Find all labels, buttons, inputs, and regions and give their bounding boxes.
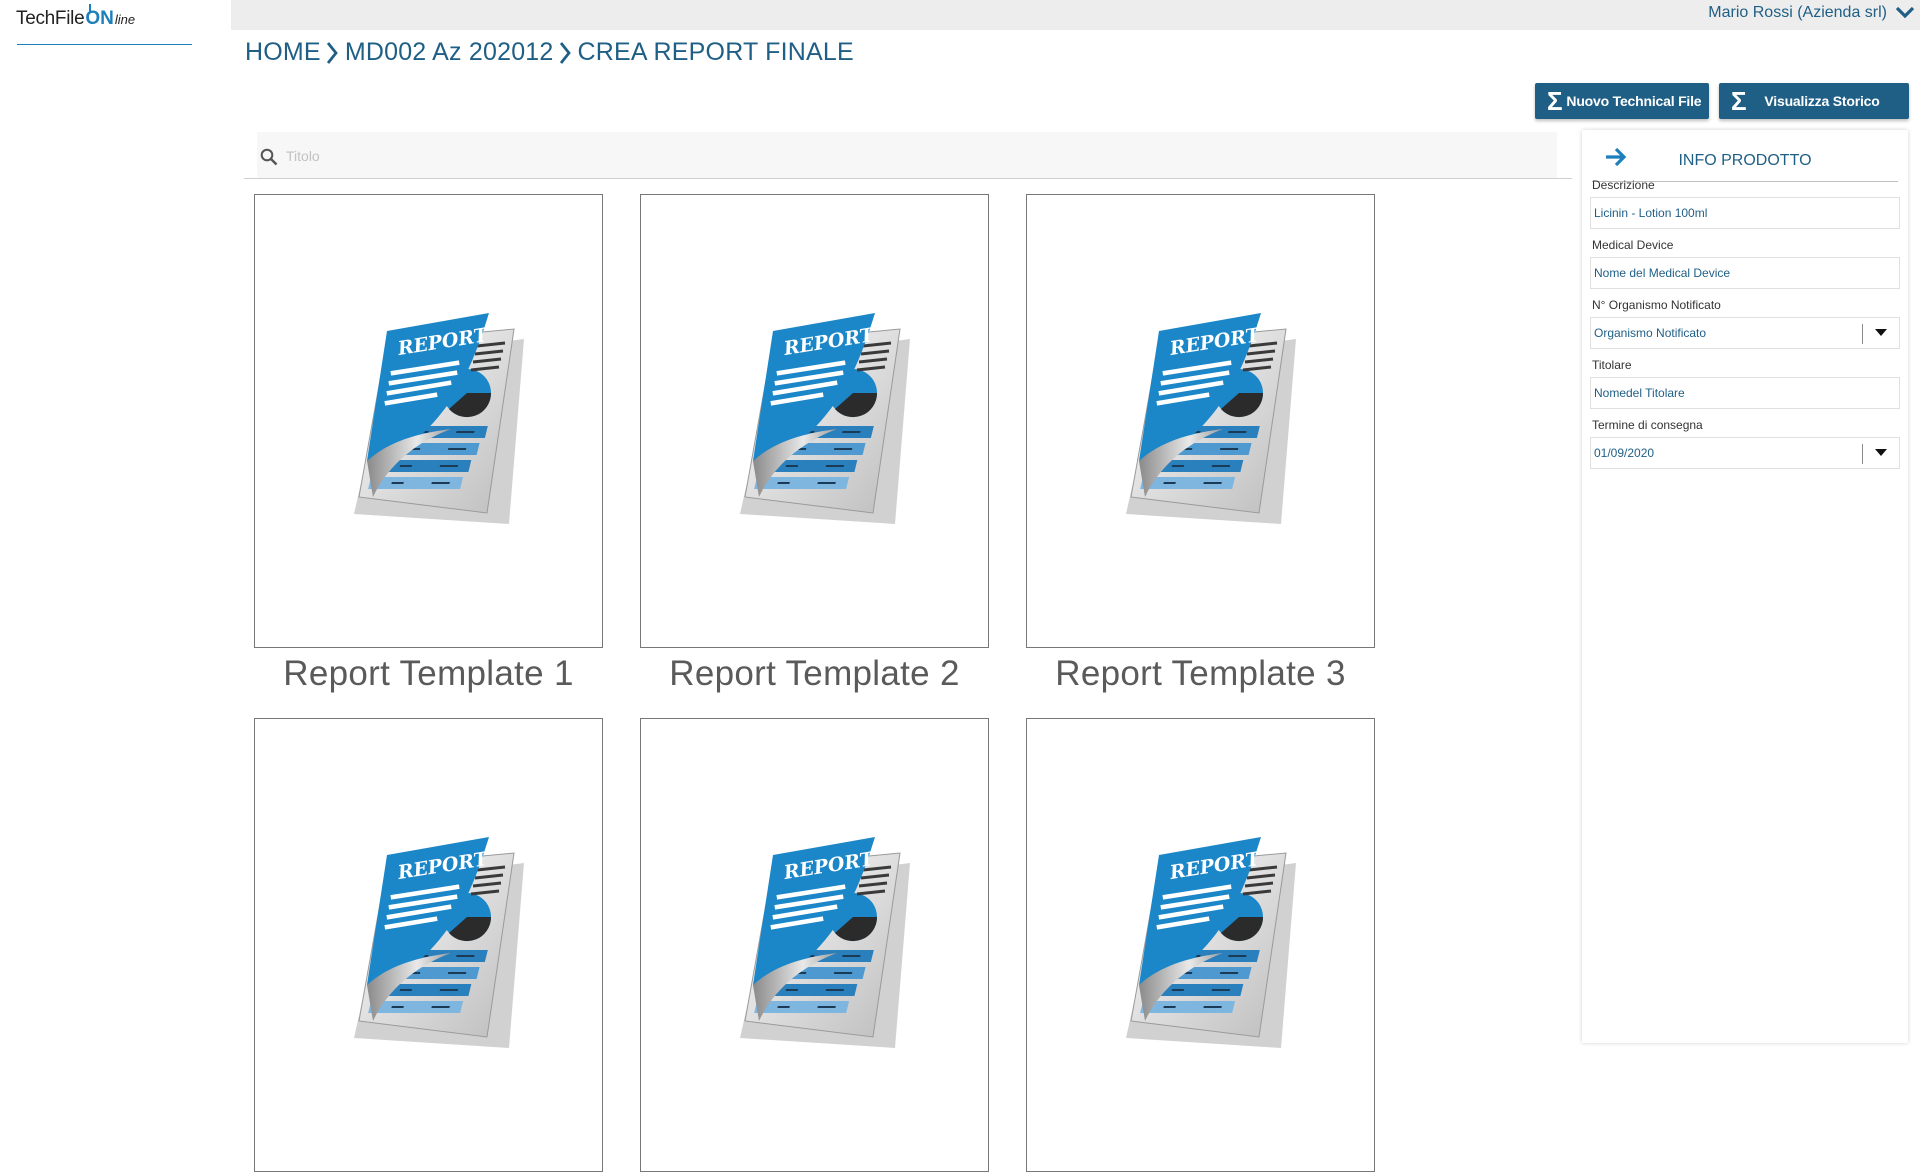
field-label: Termine di consegna — [1592, 418, 1703, 432]
field-value: Nomedel Titolare — [1594, 386, 1685, 400]
select-divider — [1862, 324, 1863, 344]
panel-header: INFO PRODOTTO — [1592, 140, 1898, 182]
user-menu[interactable]: Mario Rossi (Azienda srl) — [1708, 4, 1915, 22]
app-logo[interactable]: TechFile ON line — [16, 4, 136, 32]
view-history-button[interactable]: Σ Visualizza Storico — [1719, 83, 1909, 119]
breadcrumb: HOME MD002 Az 202012 CREA REPORT FINALE — [245, 38, 854, 67]
logo-divider — [17, 44, 192, 45]
chevron-right-icon — [325, 41, 339, 65]
report-template-preview — [1026, 718, 1375, 1172]
report-template-preview — [1026, 194, 1375, 648]
panel-title: INFO PRODOTTO — [1678, 152, 1812, 169]
report-template-preview — [640, 718, 989, 1172]
breadcrumb-current: CREA REPORT FINALE — [577, 38, 854, 66]
chevron-right-icon — [558, 41, 572, 65]
report-document-icon — [695, 301, 935, 541]
field-label: Descrizione — [1592, 178, 1655, 192]
report-document-icon — [1081, 301, 1321, 541]
new-technical-file-button[interactable]: Σ Nuovo Technical File — [1535, 83, 1709, 119]
caret-down-icon[interactable] — [1875, 329, 1887, 337]
logo-suffix-text: line — [114, 12, 136, 27]
report-template-card[interactable] — [254, 718, 603, 1172]
report-template-title: Report Template 3 — [1055, 654, 1346, 693]
field-label: N° Organismo Notificato — [1592, 298, 1721, 312]
report-template-preview — [254, 194, 603, 648]
sigma-icon: Σ — [1731, 86, 1747, 116]
report-template-title: Report Template 1 — [283, 654, 574, 693]
field-label: Medical Device — [1592, 238, 1674, 252]
report-template-card[interactable]: Report Template 1 — [254, 194, 603, 694]
field-input[interactable]: Licinin - Lotion 100ml — [1590, 197, 1900, 229]
search-icon — [260, 148, 278, 171]
field-select[interactable]: Organismo Notificato — [1590, 317, 1900, 349]
report-template-card[interactable]: Report Template 3 — [1026, 194, 1375, 694]
field-value: 01/09/2020 — [1594, 446, 1655, 460]
top-bar: Mario Rossi (Azienda srl) — [231, 0, 1920, 30]
report-document-icon — [309, 301, 549, 541]
field-value: Organismo Notificato — [1594, 326, 1707, 340]
field-label: Titolare — [1592, 358, 1632, 372]
select-divider — [1862, 444, 1863, 464]
report-template-preview — [254, 718, 603, 1172]
report-template-title: Report Template 2 — [669, 654, 960, 693]
field-input[interactable]: Nome del Medical Device — [1590, 257, 1900, 289]
report-template-preview — [640, 194, 989, 648]
field-value: Licinin - Lotion 100ml — [1594, 206, 1708, 220]
report-template-card[interactable]: Report Template 2 — [640, 194, 989, 694]
user-name: Mario Rossi (Azienda srl) — [1708, 4, 1887, 21]
chevron-down-icon[interactable] — [1895, 6, 1915, 20]
search-divider — [244, 178, 1572, 179]
field-value: Nome del Medical Device — [1594, 266, 1731, 280]
search-input[interactable] — [284, 143, 888, 169]
field-input[interactable]: Nomedel Titolare — [1590, 377, 1900, 409]
breadcrumb-home[interactable]: HOME — [245, 38, 321, 67]
logo-on-text: ON — [85, 4, 114, 29]
view-history-label: Visualizza Storico — [1764, 93, 1880, 109]
product-info-panel: INFO PRODOTTO Descrizione Licinin - Lotio… — [1582, 130, 1908, 1043]
logo-text: TechFile — [16, 8, 85, 29]
field-select[interactable]: 01/09/2020 — [1590, 437, 1900, 469]
report-document-icon — [1081, 825, 1321, 1065]
report-document-icon — [695, 825, 935, 1065]
breadcrumb-product[interactable]: MD002 Az 202012 — [345, 38, 554, 67]
caret-down-icon[interactable] — [1875, 449, 1887, 457]
report-template-card[interactable] — [1026, 718, 1375, 1172]
report-document-icon — [309, 825, 549, 1065]
report-template-card[interactable] — [640, 718, 989, 1172]
sigma-icon: Σ — [1547, 86, 1563, 116]
new-technical-file-label: Nuovo Technical File — [1566, 93, 1702, 109]
